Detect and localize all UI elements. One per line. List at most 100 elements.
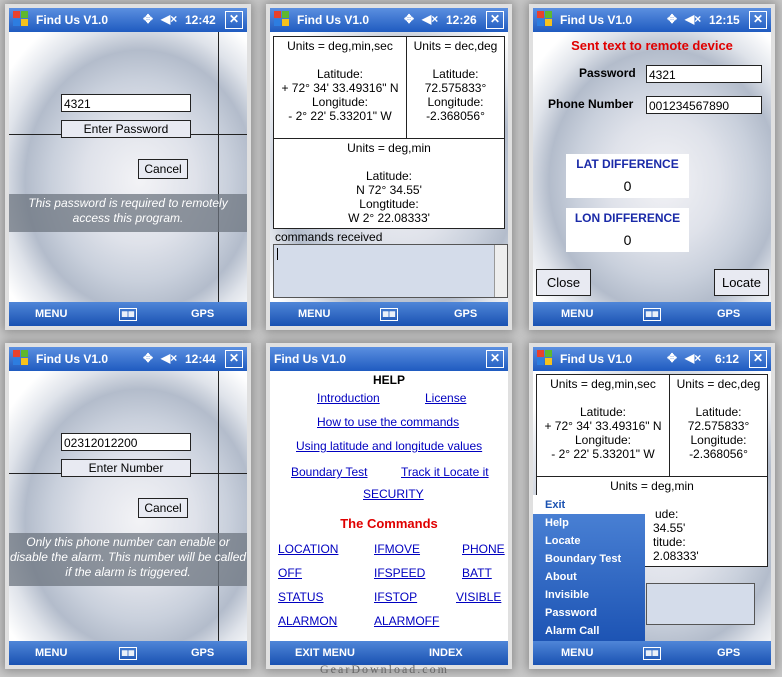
menu-item-about[interactable]: About	[545, 571, 577, 583]
command-location[interactable]: LOCATION	[278, 542, 338, 556]
watermark: GearDownload.com	[320, 662, 449, 676]
menu-item-help[interactable]: Help	[545, 517, 569, 529]
command-batt[interactable]: BATT	[462, 566, 492, 580]
commands-textarea[interactable]	[273, 244, 508, 298]
title-bar: Find Us V1.0 ✥ ◀× 12:26 ✕	[270, 8, 508, 32]
windows-logo-icon[interactable]	[274, 11, 290, 27]
windows-logo-icon[interactable]	[13, 350, 29, 366]
command-visible[interactable]: VISIBLE	[456, 590, 501, 604]
lat-lon-link[interactable]: Using latitude and longitude values	[296, 439, 482, 453]
commands-help-link[interactable]: How to use the commands	[317, 415, 459, 429]
gps-button[interactable]: GPS	[717, 308, 740, 320]
windows-logo-icon[interactable]	[13, 11, 29, 27]
scrollbar[interactable]	[494, 245, 507, 297]
menu-item-invisible[interactable]: Invisible	[545, 589, 589, 601]
connectivity-icon[interactable]: ✥	[143, 12, 153, 26]
app-title: Find Us V1.0	[36, 352, 109, 366]
gps-button[interactable]: GPS	[191, 308, 214, 320]
menu-button[interactable]: MENU	[561, 308, 593, 320]
introduction-link[interactable]: Introduction	[317, 391, 380, 405]
command-phone[interactable]: PHONE	[462, 542, 505, 556]
menu-item-password[interactable]: Password	[545, 607, 597, 619]
close-icon[interactable]: ✕	[486, 11, 504, 29]
close-button[interactable]: Close	[536, 269, 591, 296]
volume-icon[interactable]: ◀×	[161, 12, 177, 26]
connectivity-icon[interactable]: ✥	[404, 12, 414, 26]
keyboard-icon[interactable]: ▦▦	[643, 308, 661, 321]
connectivity-icon[interactable]: ✥	[143, 351, 153, 365]
latitude-label: Latitude:	[579, 405, 627, 419]
license-link[interactable]: License	[425, 391, 466, 405]
lat-difference-value: 0	[623, 178, 632, 194]
phone-number-input[interactable]: 02312012200	[61, 433, 191, 451]
help-title: HELP	[372, 373, 405, 387]
phone-number-note: Only this phone number can enable or dis…	[9, 533, 247, 586]
volume-icon[interactable]: ◀×	[161, 351, 177, 365]
connectivity-icon[interactable]: ✥	[667, 351, 677, 365]
windows-logo-icon[interactable]	[537, 350, 553, 366]
menu-button[interactable]: MENU	[298, 308, 330, 320]
menu-button[interactable]: MENU	[561, 647, 593, 659]
password-input[interactable]: 4321	[61, 94, 191, 112]
menu-button[interactable]: MENU	[35, 308, 67, 320]
track-locate-link[interactable]: Track it Locate it	[401, 465, 489, 479]
screen-remote-text: Find Us V1.0 ✥ ◀× 12:15 ✕ Sent text to r…	[533, 8, 771, 326]
connectivity-icon[interactable]: ✥	[667, 12, 677, 26]
cancel-button[interactable]: Cancel	[138, 159, 188, 179]
clock: 12:26	[446, 13, 477, 27]
keyboard-icon[interactable]: ▦▦	[380, 308, 398, 321]
keyboard-icon[interactable]: ▦▦	[119, 647, 137, 660]
enter-password-button[interactable]: Enter Password	[61, 120, 191, 138]
title-bar: Find Us V1.0 ✥ ◀× 6:12 ✕	[533, 347, 771, 371]
close-icon[interactable]: ✕	[225, 11, 243, 29]
menu-item-boundary-test[interactable]: Boundary Test	[545, 553, 621, 565]
menu-item-locate[interactable]: Locate	[545, 535, 580, 547]
close-icon[interactable]: ✕	[225, 350, 243, 368]
popup-menu: Exit Help Locate Boundary Test About Inv…	[533, 495, 645, 641]
phone-number-input[interactable]: 001234567890	[646, 96, 762, 114]
command-off[interactable]: OFF	[278, 566, 302, 580]
gps-button[interactable]: GPS	[454, 308, 477, 320]
menu-item-exit[interactable]: Exit	[545, 499, 565, 511]
volume-icon[interactable]: ◀×	[685, 12, 701, 26]
app-title: Find Us V1.0	[274, 352, 347, 366]
menu-button[interactable]: MENU	[35, 647, 67, 659]
command-ifspeed[interactable]: IFSPEED	[374, 566, 425, 580]
enter-number-button[interactable]: Enter Number	[61, 459, 191, 477]
index-button[interactable]: INDEX	[429, 647, 463, 659]
close-icon[interactable]: ✕	[749, 350, 767, 368]
units-label: Units = deg,min	[347, 141, 431, 155]
latitude-value: + 72° 34' 33.49316" N	[544, 419, 662, 433]
menu-bar: MENU ▦▦ GPS	[533, 302, 771, 326]
command-ifstop[interactable]: IFSTOP	[374, 590, 417, 604]
windows-logo-icon[interactable]	[537, 11, 553, 27]
latitude-value: N 72° 34.55'	[356, 183, 422, 197]
command-status[interactable]: STATUS	[278, 590, 324, 604]
menu-item-alarm-call[interactable]: Alarm Call	[545, 625, 599, 637]
keyboard-icon[interactable]: ▦▦	[643, 647, 661, 660]
screen-coordinates: Find Us V1.0 ✥ ◀× 12:26 ✕ Units = deg,mi…	[270, 8, 508, 326]
boundary-test-link[interactable]: Boundary Test	[291, 465, 368, 479]
exit-menu-button[interactable]: EXIT MENU	[295, 647, 355, 659]
latitude-label: Latitude:	[695, 405, 742, 419]
command-ifmove[interactable]: IFMOVE	[374, 542, 420, 556]
volume-icon[interactable]: ◀×	[685, 351, 701, 365]
longitude-value: - 2° 22' 5.33201" W	[288, 109, 392, 123]
locate-button[interactable]: Locate	[714, 269, 769, 296]
commands-textarea[interactable]	[646, 583, 755, 625]
latitude-value-fragment: 34.55'	[653, 521, 686, 535]
gps-button[interactable]: GPS	[717, 647, 740, 659]
globe-background	[9, 32, 247, 302]
close-icon[interactable]: ✕	[486, 350, 504, 368]
command-alarmoff[interactable]: ALARMOFF	[374, 614, 439, 628]
lon-difference-label: LON DIFFERENCE	[574, 211, 681, 225]
gps-button[interactable]: GPS	[191, 647, 214, 659]
security-link[interactable]: SECURITY	[363, 487, 424, 501]
command-alarmon[interactable]: ALARMON	[278, 614, 337, 628]
close-icon[interactable]: ✕	[749, 11, 767, 29]
cancel-button[interactable]: Cancel	[138, 498, 188, 518]
keyboard-icon[interactable]: ▦▦	[119, 308, 137, 321]
volume-icon[interactable]: ◀×	[422, 12, 438, 26]
clock: 6:12	[715, 352, 740, 366]
password-input[interactable]: 4321	[646, 65, 762, 83]
